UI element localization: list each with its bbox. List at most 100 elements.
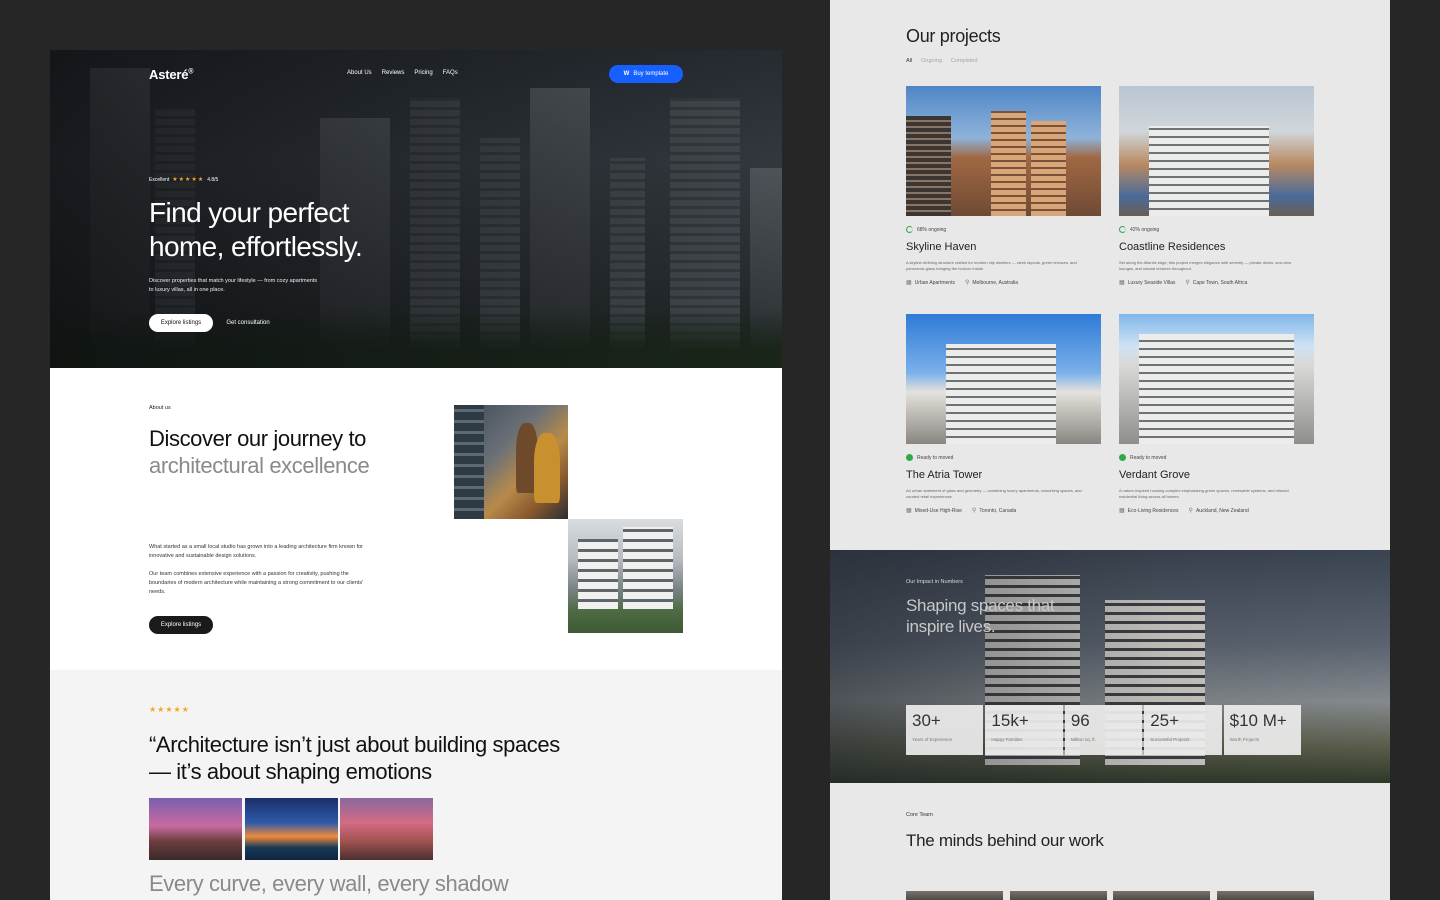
stat-label: Happy Families xyxy=(991,737,1023,742)
project-description: A skyline-defining structure crafted for… xyxy=(906,260,1077,271)
about-photo-building xyxy=(568,519,683,633)
image-tower xyxy=(906,116,951,216)
homepage-preview: Asteré® About Us Reviews Pricing FAQs W … xyxy=(50,50,782,900)
image-tower xyxy=(1031,121,1066,216)
webflow-icon: W xyxy=(623,71,630,77)
project-card[interactable]: Ready to moved The Atria Tower An urban … xyxy=(906,314,1101,514)
status-text: Ready to moved xyxy=(917,454,954,461)
project-type-text: Urban Apartments xyxy=(914,279,955,286)
image-tower xyxy=(1139,334,1294,444)
testimonial-quote: “Architecture isn’t just about building … xyxy=(149,732,560,784)
project-location: ⚲ Melbourne, Australia xyxy=(964,279,1018,287)
main-nav: About Us Reviews Pricing FAQs xyxy=(347,70,458,76)
team-member-photo xyxy=(1217,891,1314,900)
rating-stars: ★★★★★ xyxy=(172,177,205,183)
filter-ongoing[interactable]: Ongoing xyxy=(921,58,942,64)
project-status: 68% ongoing xyxy=(906,226,1101,233)
get-consultation-button[interactable]: Get consultation xyxy=(222,314,274,332)
project-meta: ▦ Mixed-Use High-Rise ⚲ Toronto, Canada xyxy=(906,507,1101,515)
building-icon: ▦ xyxy=(906,280,912,286)
person-figure xyxy=(534,433,560,503)
project-status: Ready to moved xyxy=(1119,454,1314,461)
team-title: The minds behind our work xyxy=(906,831,1104,850)
project-card[interactable]: 42% ongoing Coastline Residences Set alo… xyxy=(1119,86,1314,286)
building-icon: ▦ xyxy=(1119,508,1125,514)
hero-headline: Find your perfect home, effortlessly. xyxy=(149,197,363,262)
status-text: 68% ongoing xyxy=(917,226,947,233)
stat-value: 30+ xyxy=(912,711,941,730)
gallery-thumb xyxy=(340,798,433,860)
team-member-photo xyxy=(906,891,1003,900)
stat-value: 25+ xyxy=(1150,711,1180,730)
image-tower xyxy=(991,111,1026,216)
stat-label: Worth Projects xyxy=(1229,737,1260,742)
image-tower xyxy=(1149,126,1269,216)
hero-rating: Excellent ★★★★★ 4.8/5 xyxy=(149,176,218,184)
location-pin-icon: ⚲ xyxy=(964,280,970,286)
stat-card: $10 M+ Worth Projects xyxy=(1223,705,1302,755)
team-section: Core Team The minds behind our work xyxy=(830,783,1390,900)
project-card[interactable]: 68% ongoing Skyline Haven A skyline-defi… xyxy=(906,86,1101,286)
stat-card: 96 Million sq. ft. xyxy=(1064,705,1143,755)
gallery-thumb xyxy=(245,798,338,860)
project-card[interactable]: Ready to moved Verdant Grove A nature-in… xyxy=(1119,314,1314,514)
inner-pages-preview: Our projects All Ongoing Completed 68% o… xyxy=(830,0,1390,900)
project-location: ⚲ Toronto, Canada xyxy=(972,507,1017,515)
project-location-text: Auckland, New Zealand xyxy=(1195,507,1249,514)
rating-label: Excellent xyxy=(149,176,170,183)
logo-mark: ® xyxy=(188,68,194,76)
project-filters: All Ongoing Completed xyxy=(906,58,978,64)
progress-ring-icon xyxy=(906,226,913,233)
stat-value: $10 M+ xyxy=(1229,711,1287,730)
filter-all[interactable]: All xyxy=(906,58,912,64)
project-type: ▦ Luxury Seaside Villas xyxy=(1119,279,1176,287)
project-type-text: Eco-Living Residences xyxy=(1127,507,1179,514)
hero-section: Asteré® About Us Reviews Pricing FAQs W … xyxy=(50,50,782,368)
buy-template-button[interactable]: W Buy template xyxy=(609,65,683,83)
stat-card: 30+ Years of Experience xyxy=(906,705,984,755)
stat-value: 15k+ xyxy=(991,711,1029,730)
status-text: Ready to moved xyxy=(1130,454,1167,461)
about-title-grey: architectural excellence xyxy=(149,453,370,478)
project-status: 42% ongoing xyxy=(1119,226,1314,233)
about-explore-listings-button[interactable]: Explore listings xyxy=(149,616,213,634)
explore-listings-button[interactable]: Explore listings xyxy=(149,314,213,332)
projects-section: Our projects All Ongoing Completed 68% o… xyxy=(830,0,1390,550)
project-meta: ▦ Eco-Living Residences ⚲ Auckland, New Ze… xyxy=(1119,507,1314,515)
project-name: Verdant Grove xyxy=(1119,469,1190,481)
project-meta: ▦ Urban Apartments ⚲ Melbourne, Australia xyxy=(906,279,1101,287)
project-name: The Atria Tower xyxy=(906,469,983,481)
project-location: ⚲ Cape Town, South Africa xyxy=(1185,279,1247,287)
stat-card: 15k+ Happy Families xyxy=(985,705,1063,755)
progress-ring-icon xyxy=(1119,226,1126,233)
about-title-main: Discover our journey to xyxy=(149,426,367,451)
location-pin-icon: ⚲ xyxy=(1185,280,1190,286)
project-location: ⚲ Auckland, New Zealand xyxy=(1189,507,1249,515)
stat-label: Successful Projects xyxy=(1150,737,1190,742)
project-type-text: Mixed-Use High-Rise xyxy=(914,507,962,514)
about-photo-couple xyxy=(454,405,568,519)
project-image xyxy=(1119,86,1314,216)
ready-check-icon xyxy=(1119,454,1126,461)
status-text: 42% ongoing xyxy=(1130,226,1160,233)
testimonial-stars: ★★★★★ xyxy=(149,705,190,714)
filter-completed[interactable]: Completed xyxy=(951,58,978,64)
nav-pricing[interactable]: Pricing xyxy=(414,70,432,76)
hero-subtext: Discover properties that match your life… xyxy=(149,278,318,293)
stat-value: 96 xyxy=(1070,711,1090,730)
project-type-text: Luxury Seaside Villas xyxy=(1127,279,1176,286)
stat-label: Years of Experience xyxy=(912,737,953,742)
about-paragraph-1: What started as a small local studio has… xyxy=(149,544,363,559)
logo[interactable]: Asteré® xyxy=(149,67,193,82)
nav-about-us[interactable]: About Us xyxy=(347,70,372,76)
impact-kicker: Our Impact in Numbers xyxy=(906,579,963,585)
nav-faqs[interactable]: FAQs xyxy=(443,70,458,76)
project-type: ▦ Eco-Living Residences xyxy=(1119,507,1179,515)
team-kicker: Core Team xyxy=(906,812,933,818)
project-location-text: Toronto, Canada xyxy=(979,507,1017,514)
nav-reviews[interactable]: Reviews xyxy=(382,70,405,76)
stat-label: Million sq. ft. xyxy=(1070,737,1096,742)
project-image xyxy=(1119,314,1314,444)
photo-building-block xyxy=(578,539,618,609)
buy-template-label: Buy template xyxy=(633,71,669,77)
